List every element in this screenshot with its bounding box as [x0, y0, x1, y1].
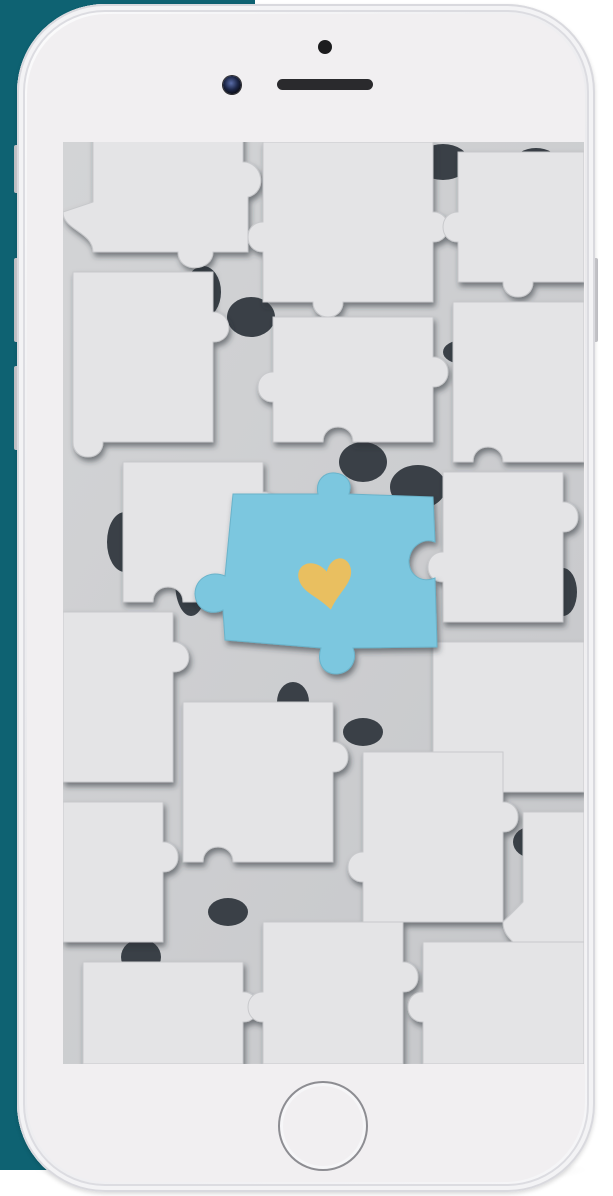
phone-screen — [63, 142, 584, 1064]
home-button[interactable] — [278, 1081, 368, 1171]
proximity-sensor — [318, 40, 332, 54]
puzzle-photo — [63, 142, 584, 1064]
mockup-stage — [0, 0, 613, 1196]
phone-body — [17, 4, 595, 1192]
earpiece-speaker — [277, 79, 373, 90]
front-camera-icon — [223, 76, 241, 94]
